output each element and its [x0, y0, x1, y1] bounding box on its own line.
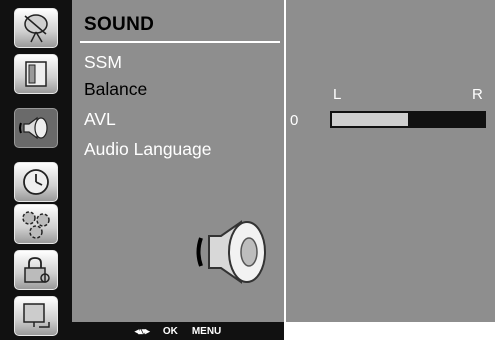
sidebar-tile-option[interactable]: [14, 204, 58, 244]
menu-hint: MENU: [191, 325, 222, 337]
balance-panel: L R 0: [286, 0, 495, 322]
input-monitor-icon: [23, 303, 50, 328]
menu-item-audio-language[interactable]: Audio Language: [84, 139, 211, 160]
satellite-dish-icon: [24, 14, 48, 43]
gears-icon: [22, 211, 50, 239]
balance-slider[interactable]: [330, 111, 486, 128]
menu-item-balance[interactable]: Balance: [84, 79, 147, 100]
sidebar-tile-input[interactable]: [14, 296, 58, 336]
hint-bar: ◂▴▾▸ OK MENU: [72, 322, 284, 340]
menu-item-avl[interactable]: AVL: [84, 109, 116, 130]
sidebar-tile-time[interactable]: [14, 162, 58, 202]
lock-icon: [24, 257, 50, 283]
ok-hint: OK: [162, 325, 178, 337]
speaker-icon: [19, 116, 48, 140]
balance-left-label: L: [333, 86, 342, 103]
sound-menu-panel: SOUND SSM Balance AVL Audio Language: [72, 0, 284, 322]
balance-right-label: R: [472, 86, 483, 103]
menu-title: SOUND: [84, 14, 155, 35]
balance-value: 0: [290, 112, 299, 129]
picture-frame-icon: [25, 61, 47, 87]
menu-title-divider: [80, 41, 280, 43]
sidebar-tile-satellite[interactable]: [14, 8, 58, 48]
sidebar-tile-sound[interactable]: [14, 108, 58, 148]
speaker-icon: [196, 220, 266, 284]
sidebar-icon-column: [0, 0, 72, 340]
menu-item-ssm[interactable]: SSM: [84, 52, 122, 73]
balance-slider-fill: [332, 113, 408, 126]
sidebar-tile-lock[interactable]: [14, 250, 58, 290]
navigation-arrows-icon: ◂▴▾▸: [134, 325, 150, 336]
sidebar-tile-picture[interactable]: [14, 54, 58, 94]
clock-icon: [23, 169, 49, 195]
